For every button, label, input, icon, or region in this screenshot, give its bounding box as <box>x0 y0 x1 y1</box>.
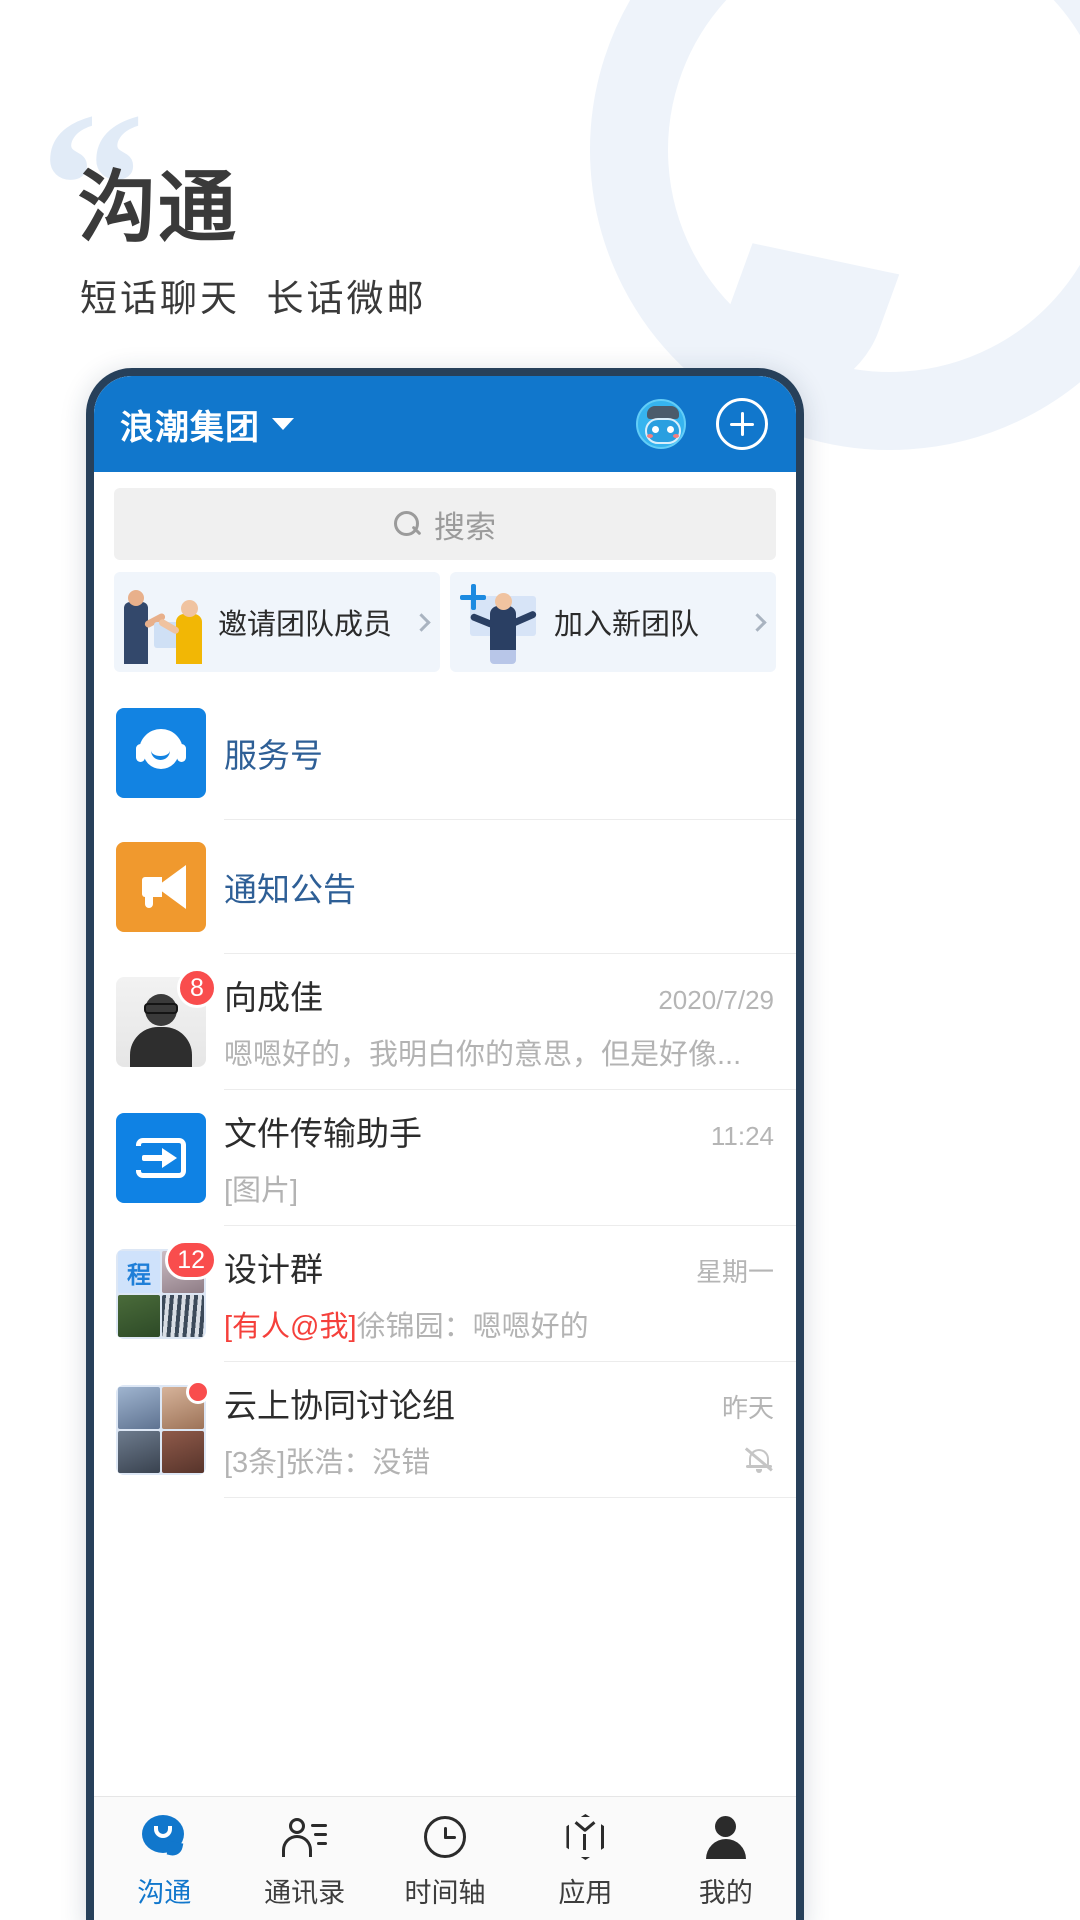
phone-mockup-frame: 浪潮集团 搜索 邀请团队成员 加入新团队 服务号 通知公告 8 向成佳 2020… <box>86 368 804 1920</box>
group-avatar-photo <box>118 1295 160 1337</box>
group-avatar-photo <box>118 1387 160 1429</box>
announcement-icon <box>116 842 206 932</box>
list-item[interactable]: 8 向成佳 2020/7/29 嗯嗯好的，我明白你的意思，但是好像... <box>94 954 796 1090</box>
org-name-label: 浪潮集团 <box>120 408 260 447</box>
page-title-char-2: 通 <box>158 163 239 251</box>
avatar: 程 12 <box>116 1240 217 1339</box>
page-title: 沟通 <box>78 168 238 246</box>
page-root: “ 沟通 短话聊天 长话微邮 浪潮集团 搜索 邀请团队成员 加入新团队 服务号 … <box>0 0 1080 1920</box>
invite-members-card[interactable]: 邀请团队成员 <box>114 572 440 672</box>
list-item-content: 云上协同讨论组 昨天 [3条]张浩：没错 <box>224 1379 774 1481</box>
mention-tag: [有人@我] <box>224 1311 357 1343</box>
app-bar: 浪潮集团 <box>94 376 796 472</box>
avatar: 8 <box>116 968 217 1067</box>
avatar-face <box>645 418 681 444</box>
tab-timeline[interactable]: 时间轴 <box>375 1813 515 1910</box>
tab-profile-label: 我的 <box>698 1878 753 1908</box>
unread-badge: 8 <box>177 968 217 1008</box>
list-item[interactable]: 云上协同讨论组 昨天 [3条]张浩：没错 <box>94 1362 796 1498</box>
conversation-title: 云上协同讨论组 <box>224 1387 455 1424</box>
avatar-eye-left <box>652 426 659 433</box>
plus-circle-icon[interactable] <box>716 398 768 450</box>
conversation-preview: [3条]张浩：没错 <box>224 1447 431 1479</box>
conversation-time: 2020/7/29 <box>658 985 774 1015</box>
conversation-title: 向成佳 <box>224 979 323 1016</box>
avatar <box>116 1113 206 1203</box>
join-team-illustration <box>456 580 548 664</box>
person-icon <box>702 1813 750 1861</box>
list-item-content: 通知公告 <box>224 863 774 911</box>
list-item[interactable]: 服务号 <box>94 686 796 820</box>
promo-row: 邀请团队成员 加入新团队 <box>94 572 796 686</box>
conversation-time: 昨天 <box>721 1393 774 1423</box>
search-input[interactable]: 搜索 <box>114 488 776 560</box>
avatar-eye-right <box>667 426 674 433</box>
invite-members-illustration <box>120 580 212 664</box>
avatar <box>116 708 206 798</box>
cube-icon <box>561 1813 609 1861</box>
chevron-down-icon <box>272 418 294 430</box>
list-item-content: 向成佳 2020/7/29 嗯嗯好的，我明白你的意思，但是好像... <box>224 971 774 1073</box>
conversation-title: 通知公告 <box>224 871 356 908</box>
unread-dot-badge <box>186 1380 210 1404</box>
bell-off-icon <box>744 1445 774 1475</box>
list-item-content: 文件传输助手 11:24 [图片] <box>224 1107 774 1209</box>
bottom-tab-bar: 沟通 通讯录 时间轴 应用 我的 <box>94 1796 796 1920</box>
list-item[interactable]: 文件传输助手 11:24 [图片] <box>94 1090 796 1226</box>
unread-badge: 12 <box>165 1240 217 1280</box>
conversation-list: 服务号 通知公告 8 向成佳 2020/7/29 嗯嗯好的，我明白你的意思，但是… <box>94 686 796 1796</box>
chat-bubble-icon <box>140 1813 188 1861</box>
clock-icon <box>421 1813 469 1861</box>
invite-members-label: 邀请团队成员 <box>218 609 393 641</box>
tab-timeline-label: 时间轴 <box>404 1878 486 1908</box>
group-avatar-photo <box>162 1431 204 1473</box>
conversation-title: 服务号 <box>224 737 323 774</box>
conversation-preview-text: 徐锦园：嗯嗯好的 <box>356 1311 589 1343</box>
tab-chat-label: 沟通 <box>137 1878 192 1908</box>
conversation-time: 星期一 <box>695 1257 774 1287</box>
page-subtitle: 短话聊天 长话微邮 <box>80 278 427 319</box>
org-switcher[interactable]: 浪潮集团 <box>120 400 294 449</box>
conversation-preview: [有人@我]徐锦园：嗯嗯好的 <box>224 1303 589 1345</box>
robot-avatar-icon[interactable] <box>636 399 686 449</box>
avatar-cheek-right <box>673 434 679 438</box>
page-title-char-1: 沟 <box>78 163 159 251</box>
avatar <box>116 842 206 932</box>
conversation-title: 设计群 <box>224 1251 323 1288</box>
conversation-preview: 嗯嗯好的，我明白你的意思，但是好像... <box>224 1039 742 1071</box>
service-account-icon <box>116 708 206 798</box>
contacts-icon <box>281 1813 329 1861</box>
avatar <box>116 1380 210 1475</box>
chevron-right-icon <box>748 612 767 632</box>
list-divider <box>224 1497 796 1498</box>
group-avatar-photo <box>118 1431 160 1473</box>
join-team-card[interactable]: 加入新团队 <box>450 572 776 672</box>
tab-contacts-label: 通讯录 <box>264 1878 346 1908</box>
conversation-time: 11:24 <box>710 1121 774 1151</box>
search-container: 搜索 <box>94 472 796 572</box>
tab-profile[interactable]: 我的 <box>656 1813 796 1910</box>
tab-apps[interactable]: 应用 <box>515 1813 655 1910</box>
list-item[interactable]: 程 12 设计群 星期一 [有人@我]徐锦园：嗯嗯好的 <box>94 1226 796 1362</box>
group-avatar-photo <box>162 1295 204 1337</box>
conversation-preview: [图片] <box>224 1175 299 1207</box>
chevron-right-icon <box>412 612 431 632</box>
conversation-title: 文件传输助手 <box>224 1115 422 1152</box>
list-item-content: 设计群 星期一 [有人@我]徐锦园：嗯嗯好的 <box>224 1243 774 1345</box>
phone-screen: 浪潮集团 搜索 邀请团队成员 加入新团队 服务号 通知公告 8 向成佳 2020… <box>94 376 796 1920</box>
search-icon <box>394 511 420 537</box>
tab-contacts[interactable]: 通讯录 <box>234 1813 374 1910</box>
search-placeholder: 搜索 <box>434 509 496 545</box>
tab-apps-label: 应用 <box>558 1878 613 1908</box>
list-item[interactable]: 通知公告 <box>94 820 796 954</box>
file-transfer-icon <box>116 1113 206 1203</box>
join-team-label: 加入新团队 <box>554 609 700 641</box>
group-avatar-initial: 程 <box>118 1251 160 1293</box>
list-item-content: 服务号 <box>224 729 774 777</box>
tab-chat[interactable]: 沟通 <box>94 1813 234 1910</box>
avatar-cheek-left <box>647 434 653 438</box>
